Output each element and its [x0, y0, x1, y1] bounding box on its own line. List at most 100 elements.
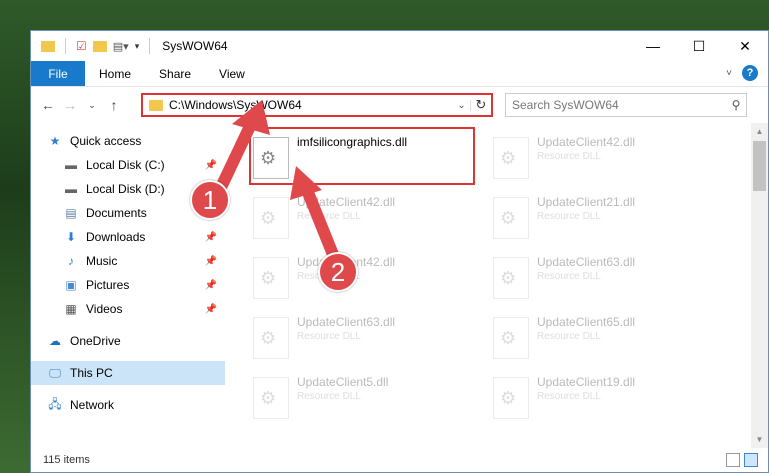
dll-file-icon — [493, 137, 529, 179]
help-icon[interactable]: ? — [742, 65, 758, 81]
sidebar-item-label: Pictures — [86, 278, 130, 292]
sidebar-item-videos[interactable]: ▦ Videos 📌 — [31, 297, 225, 321]
file-type: Resource DLL — [297, 331, 361, 342]
recent-locations-icon[interactable]: ⌄ — [81, 100, 103, 111]
new-folder-icon[interactable] — [92, 40, 107, 52]
pin-icon[interactable]: 📌 — [205, 160, 217, 171]
tab-share[interactable]: Share — [145, 61, 205, 86]
list-item[interactable]: UpdateClient65.dll Resource DLL — [487, 309, 707, 367]
list-item[interactable]: UpdateClient19.dll Resource DLL — [487, 369, 707, 427]
file-type: Resource DLL — [537, 151, 601, 162]
window-title: SysWOW64 — [162, 39, 228, 53]
tab-file[interactable]: File — [31, 61, 85, 86]
sidebar-item-label: Music — [86, 254, 118, 268]
forward-icon[interactable]: → — [59, 97, 81, 113]
address-path[interactable]: C:\Windows\SysWOW64 — [169, 98, 453, 112]
navigation-pane: ★ Quick access ▬ Local Disk (C:) 📌 ▬ Loc… — [31, 123, 225, 448]
pin-icon[interactable]: 📌 — [205, 304, 217, 315]
details-view-icon[interactable] — [726, 453, 740, 467]
view-switcher — [726, 453, 758, 467]
dll-file-icon — [253, 257, 289, 299]
file-type: Resource DLL — [537, 331, 601, 342]
dll-file-icon — [253, 197, 289, 239]
file-name: UpdateClient21.dll — [537, 195, 636, 209]
sidebar-item-local-disk-c[interactable]: ▬ Local Disk (C:) 📌 — [31, 153, 225, 177]
list-item[interactable]: UpdateClient5.dll Resource DLL — [247, 369, 467, 427]
file-type: Resource DLL — [537, 271, 601, 282]
minimize-button[interactable]: — — [630, 31, 676, 61]
address-bar[interactable]: C:\Windows\SysWOW64 ⌄ ↻ — [141, 93, 493, 117]
pin-icon[interactable]: 📌 — [205, 280, 217, 291]
sidebar-item-quick-access[interactable]: ★ Quick access — [31, 129, 225, 153]
file-type: Resource DLL — [537, 211, 601, 222]
sidebar-item-pictures[interactable]: ▣ Pictures 📌 — [31, 273, 225, 297]
sidebar-item-music[interactable]: ♪ Music 📌 — [31, 249, 225, 273]
back-icon[interactable]: ← — [37, 97, 59, 113]
window-controls: — ☐ ✕ — [630, 31, 768, 61]
tab-view[interactable]: View — [205, 61, 259, 86]
ribbon: File Home Share View ˅ ? — [31, 61, 768, 87]
dll-file-icon — [253, 317, 289, 359]
sidebar-item-label: Documents — [86, 206, 147, 220]
search-icon[interactable]: ⚲ — [726, 98, 746, 112]
search-placeholder[interactable]: Search SysWOW64 — [512, 98, 726, 112]
sidebar-item-onedrive[interactable]: ☁ OneDrive — [31, 329, 225, 353]
file-name: UpdateClient42.dll — [537, 135, 636, 149]
star-icon: ★ — [49, 134, 61, 148]
scroll-up-icon[interactable]: ▲ — [751, 123, 768, 140]
download-icon: ⬇ — [65, 230, 77, 244]
properties-icon[interactable]: ☑ — [76, 39, 87, 53]
item-count: 115 items — [43, 454, 90, 466]
list-item[interactable]: UpdateClient63.dll Resource DLL — [487, 249, 707, 307]
list-item[interactable]: UpdateClient63.dll Resource DLL — [247, 309, 467, 367]
close-button[interactable]: ✕ — [722, 31, 768, 61]
drive-icon: ▬ — [65, 158, 77, 172]
maximize-button[interactable]: ☐ — [676, 31, 722, 61]
expand-ribbon-icon[interactable]: ˅ — [726, 68, 732, 79]
list-item[interactable]: UpdateClient21.dll Resource DLL — [487, 189, 707, 247]
sidebar-item-label: Videos — [86, 302, 123, 316]
document-icon: ▤ — [65, 206, 77, 220]
sidebar-item-label: OneDrive — [70, 334, 121, 348]
chevron-down-icon[interactable]: ⌄ — [453, 99, 471, 111]
view-options-icon[interactable]: ▤▾ — [113, 40, 129, 53]
refresh-icon[interactable]: ↻ — [471, 97, 491, 113]
sidebar-item-label: Downloads — [86, 230, 146, 244]
navigation-row: ← → ⌄ ↑ C:\Windows\SysWOW64 ⌄ ↻ Search S… — [31, 87, 768, 123]
dll-file-icon — [493, 377, 529, 419]
up-icon[interactable]: ↑ — [103, 97, 125, 113]
music-icon: ♪ — [68, 254, 74, 268]
dll-file-icon — [493, 197, 529, 239]
search-input[interactable]: Search SysWOW64 ⚲ — [505, 93, 747, 117]
ribbon-right: ˅ ? — [726, 65, 758, 81]
scroll-down-icon[interactable]: ▼ — [751, 431, 768, 448]
folder-icon[interactable] — [41, 40, 55, 52]
sidebar-item-label: Quick access — [70, 134, 142, 148]
sidebar-item-this-pc[interactable]: 🖵 This PC — [31, 361, 225, 385]
customize-toolbar-icon[interactable]: ▾ — [135, 41, 140, 52]
tab-home[interactable]: Home — [85, 61, 145, 86]
pin-icon[interactable]: 📌 — [205, 232, 217, 243]
title-bar: ☑ ▤▾ ▾ SysWOW64 — ☐ ✕ — [31, 31, 768, 61]
scrollbar-thumb[interactable] — [753, 141, 766, 191]
status-bar: 115 items — [31, 448, 768, 472]
file-name: UpdateClient5.dll — [297, 375, 389, 389]
list-item[interactable]: UpdateClient42.dll Resource DLL — [487, 129, 707, 187]
toolbar-divider — [149, 38, 151, 54]
folder-icon — [149, 99, 163, 111]
content-area: ★ Quick access ▬ Local Disk (C:) 📌 ▬ Loc… — [31, 123, 768, 448]
sidebar-item-network[interactable]: 🖧 Network — [31, 393, 225, 417]
sidebar-item-label: Local Disk (D:) — [86, 182, 165, 196]
sidebar-item-downloads[interactable]: ⬇ Downloads 📌 — [31, 225, 225, 249]
file-name: UpdateClient63.dll — [537, 255, 636, 269]
video-icon: ▦ — [65, 302, 77, 316]
pin-icon[interactable]: 📌 — [205, 256, 217, 267]
file-name: UpdateClient19.dll — [537, 375, 636, 389]
cloud-icon: ☁ — [49, 334, 61, 348]
list-item[interactable]: UpdateClient42.dll Resource DLL — [247, 189, 467, 247]
sidebar-item-label: This PC — [70, 366, 113, 380]
vertical-scrollbar[interactable]: ▲ ▼ — [751, 123, 768, 448]
large-icons-view-icon[interactable] — [744, 453, 758, 467]
file-type: Resource DLL — [297, 211, 361, 222]
dll-file-icon — [493, 257, 529, 299]
